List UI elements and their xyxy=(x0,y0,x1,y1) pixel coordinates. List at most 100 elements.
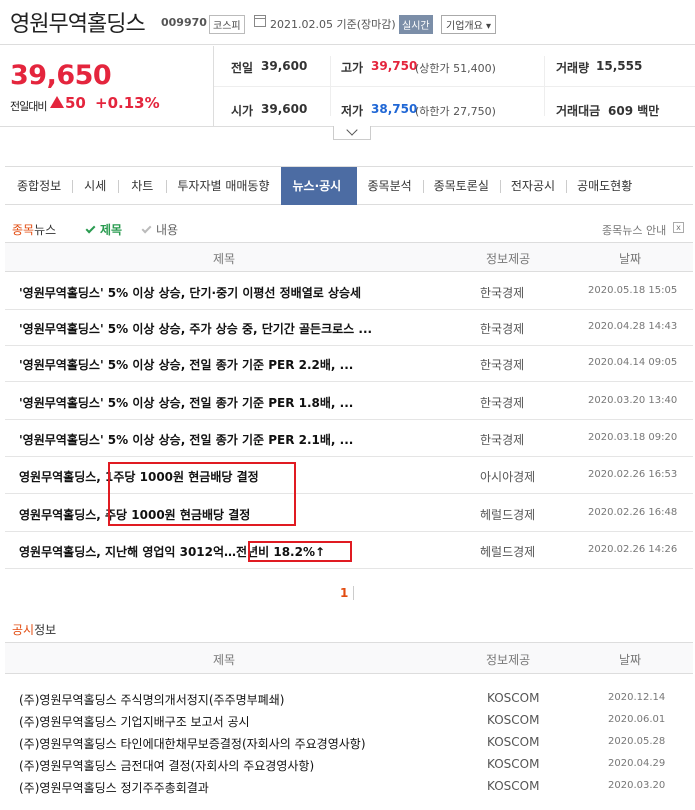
current-price: 39,650 xyxy=(10,60,112,91)
summary-col-divider xyxy=(330,56,331,116)
news-title-link[interactable]: '영원무역홀딩스' 5% 이상 상승, 전일 종가 기준 PER 2.1배, .… xyxy=(19,431,353,448)
upper-limit: (상한가 51,400) xyxy=(415,62,496,75)
news-source: 아시아경제 xyxy=(480,470,536,484)
disclosure-row[interactable]: (주)영원무역홀딩스 타인에대한채무보증결정(자회사의 주요경영사항) KOSC… xyxy=(5,732,693,754)
close-icon[interactable]: x xyxy=(673,222,684,233)
news-date: 2020.02.26 16:53 xyxy=(588,469,678,480)
lower-limit: (하한가 27,750) xyxy=(415,105,496,118)
disclosure-section-title: 공시정보 xyxy=(12,621,56,638)
disclosure-source: KOSCOM xyxy=(487,779,540,793)
price-summary: 전일 39,600 고가 39,750 (상한가 51,400) 거래량 15,… xyxy=(213,46,695,126)
news-source: 한국경제 xyxy=(480,433,525,447)
news-date: 2020.04.28 14:43 xyxy=(588,321,678,332)
col-title: 제목 xyxy=(213,653,236,667)
filter-content-label: 내용 xyxy=(156,223,179,237)
news-row[interactable]: '영원무역홀딩스' 5% 이상 상승, 전일 종가 기준 PER 1.8배, .… xyxy=(5,384,693,420)
news-date: 2020.03.18 09:20 xyxy=(588,432,678,443)
prev-close-value: 39,600 xyxy=(261,59,308,73)
disclosure-row[interactable]: (주)영원무역홀딩스 정기주주총회결과 KOSCOM 2020.03.20 xyxy=(5,776,693,798)
high-label: 고가 xyxy=(341,61,364,75)
news-row[interactable]: '영원무역홀딩스' 5% 이상 상승, 전일 종가 기준 PER 2.1배, .… xyxy=(5,421,693,457)
disclosure-title-link[interactable]: (주)영원무역홀딩스 기업지배구조 보고서 공시 xyxy=(19,713,250,730)
disclosure-source: KOSCOM xyxy=(487,691,540,705)
amount-label: 거래대금 xyxy=(556,104,601,118)
disclosure-title-link[interactable]: (주)영원무역홀딩스 타인에대한채무보증결정(자회사의 주요경영사항) xyxy=(19,735,366,752)
news-date: 2020.02.26 16:48 xyxy=(588,507,678,518)
summary-col-divider xyxy=(544,56,545,116)
summary-divider xyxy=(214,86,695,87)
low-label: 저가 xyxy=(341,104,364,118)
disclosure-source: KOSCOM xyxy=(487,713,540,727)
disclosure-source: KOSCOM xyxy=(487,735,540,749)
tab-investor-trend[interactable]: 투자자별 매매동향 xyxy=(166,167,280,205)
price-change-percent: +0.13% xyxy=(95,94,160,112)
news-guide-link[interactable]: 종목뉴스 안내 xyxy=(602,222,666,238)
page-current[interactable]: 1 xyxy=(340,586,348,600)
check-icon xyxy=(141,223,152,234)
tab-news-disclosure[interactable]: 뉴스·공시 xyxy=(280,167,357,205)
news-row[interactable]: '영원무역홀딩스' 5% 이상 상승, 주가 상승 중, 단기간 골든크로스 .… xyxy=(5,310,693,346)
col-date: 날짜 xyxy=(619,252,642,266)
open-value: 39,600 xyxy=(261,102,308,116)
disclosure-title-rest: 정보 xyxy=(34,623,57,637)
col-date: 날짜 xyxy=(619,653,642,667)
disclosure-row[interactable]: (주)영원무역홀딩스 주식명의개서정지(주주명부폐쇄) KOSCOM 2020.… xyxy=(5,688,693,710)
disclosure-date: 2020.06.01 xyxy=(608,714,666,725)
col-source: 정보제공 xyxy=(486,653,531,667)
expand-summary-button[interactable] xyxy=(333,124,371,140)
tab-analysis[interactable]: 종목분석 xyxy=(357,167,423,205)
filter-title-option[interactable]: 제목 xyxy=(85,221,123,238)
col-title: 제목 xyxy=(213,252,236,266)
news-table-header: 제목 정보제공 날짜 xyxy=(5,242,693,272)
disclosure-date: 2020.04.29 xyxy=(608,758,666,769)
tab-short-selling[interactable]: 공매도현황 xyxy=(566,167,643,205)
filter-content-option[interactable]: 내용 xyxy=(141,221,179,238)
news-date: 2020.03.20 13:40 xyxy=(588,395,678,406)
news-title-link[interactable]: '영원무역홀딩스' 5% 이상 상승, 전일 종가 기준 PER 2.2배, .… xyxy=(19,356,353,373)
news-title-link[interactable]: '영원무역홀딩스' 5% 이상 상승, 단기·중기 이평선 정배열로 상승세 xyxy=(19,284,361,301)
header-divider xyxy=(0,44,695,45)
news-title-link[interactable]: '영원무역홀딩스' 5% 이상 상승, 전일 종가 기준 PER 1.8배, .… xyxy=(19,394,353,411)
news-source: 한국경제 xyxy=(480,322,525,336)
open-label: 시가 xyxy=(231,104,254,118)
stock-header: 영원무역홀딩스 009970 코스피 2021.02.05 기준(장마감) 실시… xyxy=(0,0,695,46)
tab-chart[interactable]: 차트 xyxy=(118,167,166,205)
amount-value: 609 백만 xyxy=(608,104,660,118)
disclosure-row[interactable]: (주)영원무역홀딩스 금전대여 결정(자회사의 주요경영사항) KOSCOM 2… xyxy=(5,754,693,776)
disclosure-date: 2020.03.20 xyxy=(608,780,666,791)
filter-title-label: 제목 xyxy=(100,223,123,237)
disclosure-title-link[interactable]: (주)영원무역홀딩스 금전대여 결정(자회사의 주요경영사항) xyxy=(19,757,314,774)
news-source: 헤럴드경제 xyxy=(480,508,536,522)
disclosure-title-link[interactable]: (주)영원무역홀딩스 정기주주총회결과 xyxy=(19,779,209,796)
stock-code: 009970 xyxy=(161,16,207,29)
tab-discussion[interactable]: 종목토론실 xyxy=(422,167,500,205)
news-source: 한국경제 xyxy=(480,396,525,410)
tab-e-disclosure[interactable]: 전자공시 xyxy=(499,167,566,205)
chevron-down-icon xyxy=(346,124,358,136)
news-title-link[interactable]: '영원무역홀딩스' 5% 이상 상승, 주가 상승 중, 단기간 골든크로스 .… xyxy=(19,320,372,337)
change-label: 전일대비 xyxy=(10,100,47,113)
realtime-button[interactable]: 실시간 xyxy=(399,15,433,34)
disclosure-table-header: 제목 정보제공 날짜 xyxy=(5,642,693,674)
news-row[interactable]: '영원무역홀딩스' 5% 이상 상승, 단기·중기 이평선 정배열로 상승세 한… xyxy=(5,274,693,310)
news-source: 한국경제 xyxy=(480,358,525,372)
news-source: 한국경제 xyxy=(480,286,525,300)
disclosure-title-link[interactable]: (주)영원무역홀딩스 주식명의개서정지(주주명부폐쇄) xyxy=(19,691,284,708)
disclosure-date: 2020.12.14 xyxy=(608,692,666,703)
disclosure-date: 2020.05.28 xyxy=(608,736,666,747)
news-title-highlight: 종목 xyxy=(12,223,35,237)
news-date: 2020.02.26 14:26 xyxy=(588,544,678,555)
pager-divider xyxy=(353,586,354,600)
highlight-box xyxy=(108,462,296,526)
news-row[interactable]: '영원무역홀딩스' 5% 이상 상승, 전일 종가 기준 PER 2.2배, .… xyxy=(5,346,693,382)
tab-overview[interactable]: 종합정보 xyxy=(5,167,72,205)
disclosure-title-highlight: 공시 xyxy=(12,623,35,637)
disclosure-row[interactable]: (주)영원무역홀딩스 기업지배구조 보고서 공시 KOSCOM 2020.06.… xyxy=(5,710,693,732)
company-overview-dropdown[interactable]: 기업개요 ▾ xyxy=(441,15,496,34)
price-change: 50 xyxy=(65,94,86,112)
news-date: 2020.05.18 15:05 xyxy=(588,285,678,296)
tab-quote[interactable]: 시세 xyxy=(72,167,118,205)
market-badge: 코스피 xyxy=(209,15,245,34)
news-title-rest: 뉴스 xyxy=(34,223,57,237)
volume-label: 거래량 xyxy=(556,61,590,75)
